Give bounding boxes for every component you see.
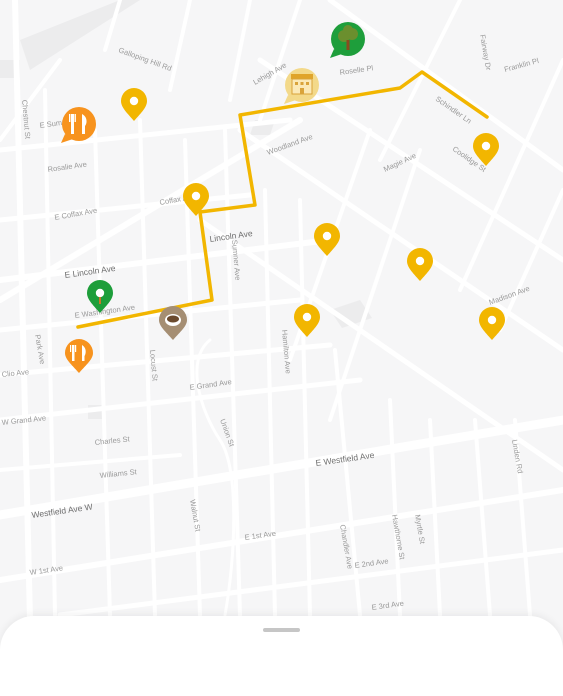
- drag-handle-icon[interactable]: [263, 628, 300, 632]
- map-canvas[interactable]: Galloping Hill Rd Chestnut St E Summit S…: [0, 0, 563, 684]
- bottom-sheet[interactable]: [0, 616, 563, 696]
